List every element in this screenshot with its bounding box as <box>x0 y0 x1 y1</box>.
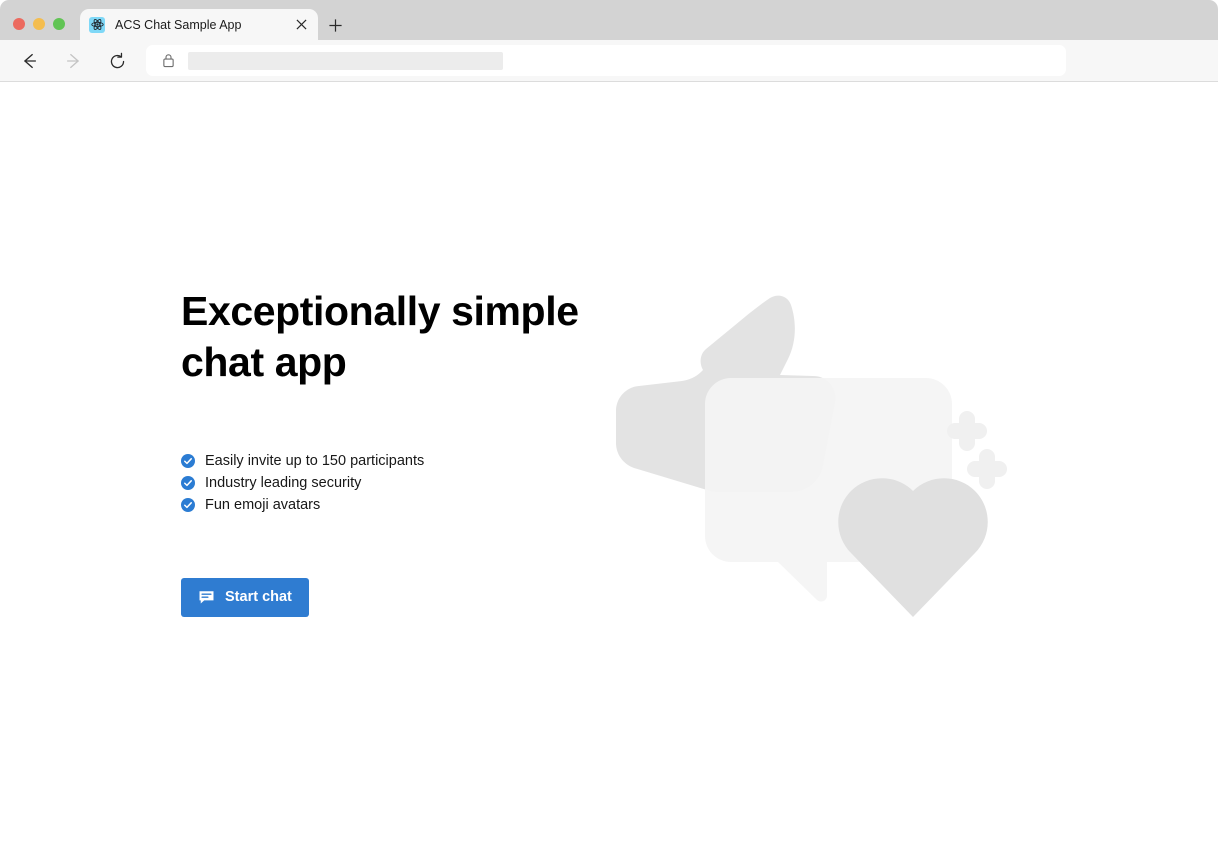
react-logo-icon <box>89 16 105 33</box>
check-circle-icon <box>181 453 195 468</box>
list-item: Fun emoji avatars <box>181 494 601 516</box>
address-bar[interactable] <box>146 45 1066 76</box>
sparkle-shape <box>947 411 987 451</box>
start-chat-label: Start chat <box>225 589 292 605</box>
feature-label: Industry leading security <box>205 474 362 491</box>
zoom-window-button[interactable] <box>53 18 65 30</box>
feature-list: Easily invite up to 150 participants Ind… <box>181 450 601 516</box>
list-item: Industry leading security <box>181 472 601 494</box>
check-circle-icon <box>181 497 195 512</box>
arrow-right-icon <box>59 46 89 76</box>
plus-icon[interactable] <box>322 12 348 38</box>
check-circle-icon <box>181 475 195 490</box>
page-content: Exceptionally simple chat app Easily inv… <box>0 82 1218 848</box>
arrow-left-icon[interactable] <box>14 46 44 76</box>
heart-shape <box>838 478 988 617</box>
close-icon[interactable] <box>290 14 312 36</box>
tab-title: ACS Chat Sample App <box>115 17 242 32</box>
hero-section: Exceptionally simple chat app Easily inv… <box>181 286 601 617</box>
lock-icon <box>160 53 176 69</box>
browser-tab[interactable]: ACS Chat Sample App <box>80 9 318 40</box>
reload-icon[interactable] <box>102 46 132 76</box>
traffic-light-group <box>13 18 65 30</box>
browser-toolbar: Guest ? <box>0 40 1218 115</box>
page-title: Exceptionally simple chat app <box>181 288 579 386</box>
chat-bubble-icon <box>198 589 215 606</box>
minimize-window-button[interactable] <box>33 18 45 30</box>
hero-illustration <box>600 280 1030 672</box>
feature-label: Easily invite up to 150 participants <box>205 452 425 469</box>
feature-label: Fun emoji avatars <box>205 496 321 513</box>
sparkle-shape <box>967 449 1007 489</box>
close-window-button[interactable] <box>13 18 25 30</box>
browser-window: ACS Chat Sample App Exceptionally simple… <box>0 0 1218 848</box>
url-text <box>188 51 503 70</box>
list-item: Easily invite up to 150 participants <box>181 450 601 472</box>
start-chat-button[interactable]: Start chat <box>181 577 309 617</box>
titlebar: ACS Chat Sample App <box>0 0 1218 40</box>
